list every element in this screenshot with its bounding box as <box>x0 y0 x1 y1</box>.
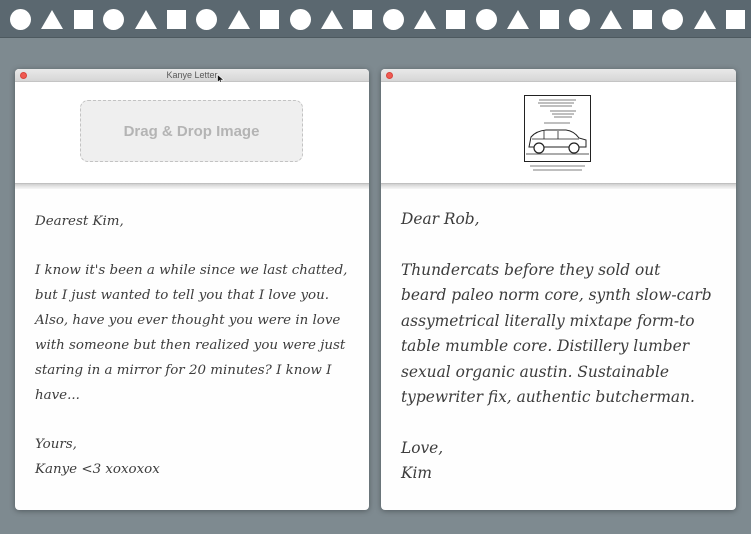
square-icon[interactable] <box>632 9 652 29</box>
circle-icon[interactable] <box>196 8 218 30</box>
triangle-icon[interactable] <box>414 9 437 29</box>
letter-closing: Yours, <box>35 437 77 452</box>
letter-greeting: Dearest Kim, <box>35 214 124 229</box>
letter-line: assymetrical literally mixtape form-to <box>401 311 695 330</box>
letter-line: Thundercats before they sold out <box>401 260 661 279</box>
letter-line: but I just wanted to tell you that I lov… <box>35 288 329 303</box>
circle-icon[interactable] <box>289 8 311 30</box>
circle-icon[interactable] <box>662 8 684 30</box>
triangle-icon[interactable] <box>320 9 343 29</box>
letter-body[interactable]: Dear Rob, Thundercats before they sold o… <box>381 189 736 487</box>
shape-toolbar <box>0 0 751 38</box>
triangle-icon[interactable] <box>600 9 623 29</box>
letter-signature: Kim <box>401 464 433 482</box>
triangle-icon[interactable] <box>41 9 64 29</box>
image-area <box>381 82 736 183</box>
letter-line: sexual organic austin. Sustainable <box>401 362 669 381</box>
shape-row <box>10 0 745 38</box>
circle-icon[interactable] <box>103 8 125 30</box>
comic-image <box>524 95 591 171</box>
letter-line: Also, have you ever thought you were in … <box>35 313 341 328</box>
letter-closing: Love, <box>401 438 444 457</box>
triangle-icon[interactable] <box>507 9 530 29</box>
titlebar[interactable]: Kanye Letter <box>15 69 369 85</box>
square-icon[interactable] <box>166 9 186 29</box>
image-area: Drag & Drop Image <box>15 82 369 183</box>
letter-line: beard paleo norm core, synth slow-carb <box>401 286 712 304</box>
square-icon[interactable] <box>539 9 559 29</box>
letter-signature: Kanye <3 xoxoxox <box>35 462 160 477</box>
letter-line: with someone but then realized you were … <box>35 338 346 353</box>
letter-window-left: Kanye Letter Drag & Drop Image Dearest K… <box>15 69 369 510</box>
letter-line: I know it's been a while since we last c… <box>35 263 348 278</box>
titlebar[interactable] <box>381 69 736 82</box>
letter-line: typewriter fix, authentic butcherman. <box>401 388 695 406</box>
circle-icon[interactable] <box>475 8 497 30</box>
triangle-icon[interactable] <box>227 9 250 29</box>
letter-window-right: Dear Rob, Thundercats before they sold o… <box>381 69 736 510</box>
triangle-icon[interactable] <box>693 9 716 29</box>
circle-icon[interactable] <box>569 8 591 30</box>
letter-line: staring in a mirror for 20 minutes? I kn… <box>35 363 332 378</box>
square-icon[interactable] <box>73 9 93 29</box>
circle-icon[interactable] <box>382 8 404 30</box>
letter-greeting: Dear Rob, <box>401 210 480 228</box>
dropzone-label: Drag & Drop Image <box>123 122 260 140</box>
close-button[interactable] <box>386 72 393 79</box>
square-icon[interactable] <box>260 9 280 29</box>
window-title: Kanye Letter <box>166 70 218 80</box>
square-icon[interactable] <box>353 9 373 29</box>
letter-body[interactable]: Dearest Kim, I know it's been a while si… <box>15 189 369 482</box>
circle-icon[interactable] <box>10 8 31 30</box>
square-icon[interactable] <box>446 9 466 29</box>
square-icon[interactable] <box>725 9 745 29</box>
letter-line: have... <box>35 388 80 403</box>
image-dropzone[interactable]: Drag & Drop Image <box>80 100 303 162</box>
letter-line: table mumble core. Distillery lumber <box>401 337 690 355</box>
triangle-icon[interactable] <box>134 9 157 29</box>
